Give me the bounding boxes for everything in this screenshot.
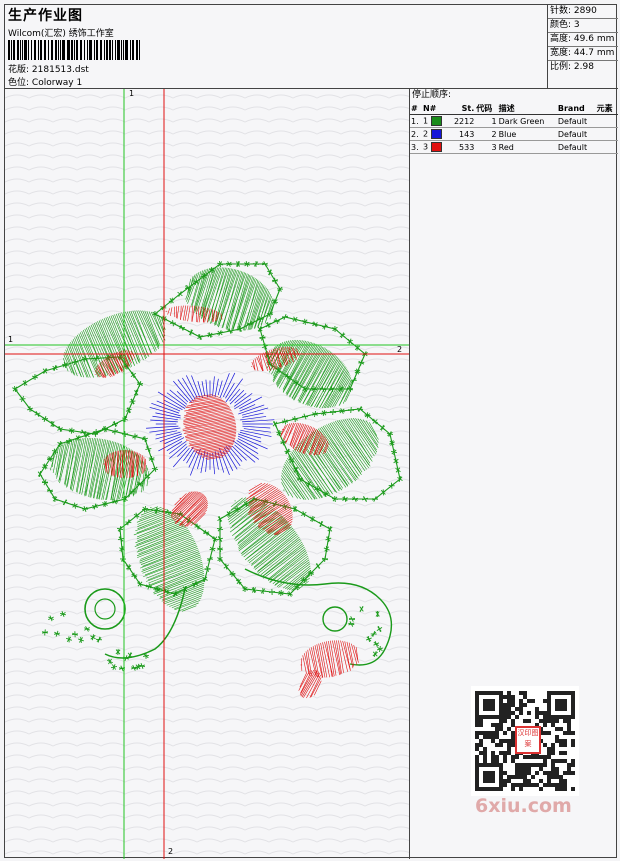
color-swatch bbox=[430, 142, 442, 152]
colorway-line: 色位: Colorway 1 bbox=[8, 75, 82, 88]
row-desc: Dark Green bbox=[497, 114, 557, 128]
row-element bbox=[595, 114, 618, 128]
qr-code[interactable]: 汉印图案 bbox=[471, 686, 579, 796]
green-horizontal-label: 1 bbox=[8, 335, 14, 344]
table-row[interactable]: 3. 3 533 3 Red Default bbox=[410, 140, 618, 154]
colorway-label: 色位: bbox=[8, 78, 30, 88]
row-stitches: 2212 bbox=[447, 114, 476, 128]
stat-colors: 颜色: 3 bbox=[548, 19, 618, 33]
design-canvas[interactable]: 1 1 2 2 bbox=[5, 89, 410, 859]
col-desc: 描述 bbox=[497, 102, 557, 115]
col-index: # bbox=[410, 102, 422, 115]
design-label: 花版: bbox=[8, 65, 30, 75]
production-sheet: 生产作业图 Wilcom(汇宏) 绣饰工作室 花版: 2181513.dst 色… bbox=[4, 4, 618, 859]
row-brand: Default bbox=[556, 140, 596, 154]
row-code: 1 bbox=[475, 114, 498, 128]
row-code: 3 bbox=[475, 140, 498, 154]
row-index: 1. bbox=[410, 114, 422, 128]
row-brand: Default bbox=[556, 127, 596, 141]
row-index: 3. bbox=[410, 140, 422, 154]
row-element bbox=[595, 127, 618, 141]
row-index: 2. bbox=[410, 127, 422, 141]
stop-sequence-title: 停止顺序: bbox=[412, 90, 452, 100]
stat-scale: 比例: 2.98 bbox=[550, 62, 594, 72]
col-stitches: St. bbox=[447, 102, 476, 115]
green-vertical-label: 1 bbox=[129, 89, 135, 98]
table-row[interactable]: 1. 1 2212 1 Dark Green Default bbox=[410, 114, 618, 128]
row-stitches: 533 bbox=[447, 140, 476, 154]
red-horizontal-label: 2 bbox=[397, 345, 403, 354]
stats-panel: 针数: 2890 颜色: 3 高度: 49.6 mm 宽度: 44.7 mm 比… bbox=[548, 5, 618, 89]
row-n: 3 bbox=[421, 140, 448, 154]
studio-name: Wilcom(汇宏) 绣饰工作室 bbox=[8, 29, 114, 39]
canvas-texture bbox=[5, 89, 409, 859]
row-n: 2 bbox=[421, 127, 448, 141]
stat-stitches: 针数: 2890 bbox=[548, 5, 618, 19]
color-swatch bbox=[430, 116, 442, 126]
table-row[interactable]: 2. 2 143 2 Blue Default bbox=[410, 127, 618, 141]
row-code: 2 bbox=[475, 127, 498, 141]
barcode bbox=[8, 40, 142, 60]
stat-height: 高度: 49.6 mm bbox=[548, 33, 618, 47]
watermark-text: 6xiu.com bbox=[475, 795, 572, 817]
design-line: 花版: 2181513.dst bbox=[8, 62, 89, 75]
table-header-row: # N# St. 代码 描述 Brand 元素 bbox=[410, 102, 618, 115]
col-n: N# bbox=[421, 102, 448, 115]
design-file: 2181513.dst bbox=[31, 65, 89, 75]
stat-width: 宽度: 44.7 mm bbox=[548, 47, 618, 61]
colorway-name: Colorway 1 bbox=[31, 78, 83, 88]
sheet-header: 生产作业图 Wilcom(汇宏) 绣饰工作室 花版: 2181513.dst 色… bbox=[5, 5, 548, 89]
row-brand: Default bbox=[556, 114, 596, 128]
row-element bbox=[595, 140, 618, 154]
stop-sequence-table: # N# St. 代码 描述 Brand 元素 1. 1 2212 1 Dark Gr… bbox=[410, 102, 618, 154]
qr-badge: 汉印图案 bbox=[515, 726, 541, 754]
embroidery-preview bbox=[5, 89, 409, 859]
red-vertical-label: 2 bbox=[168, 847, 174, 856]
col-code: 代码 bbox=[475, 102, 498, 115]
col-brand: Brand bbox=[556, 102, 596, 115]
row-desc: Red bbox=[497, 140, 557, 154]
col-element: 元素 bbox=[595, 102, 618, 115]
row-desc: Blue bbox=[497, 127, 557, 141]
color-swatch bbox=[430, 129, 442, 139]
row-stitches: 143 bbox=[447, 127, 476, 141]
page-title: 生产作业图 bbox=[8, 8, 83, 24]
row-n: 1 bbox=[421, 114, 448, 128]
